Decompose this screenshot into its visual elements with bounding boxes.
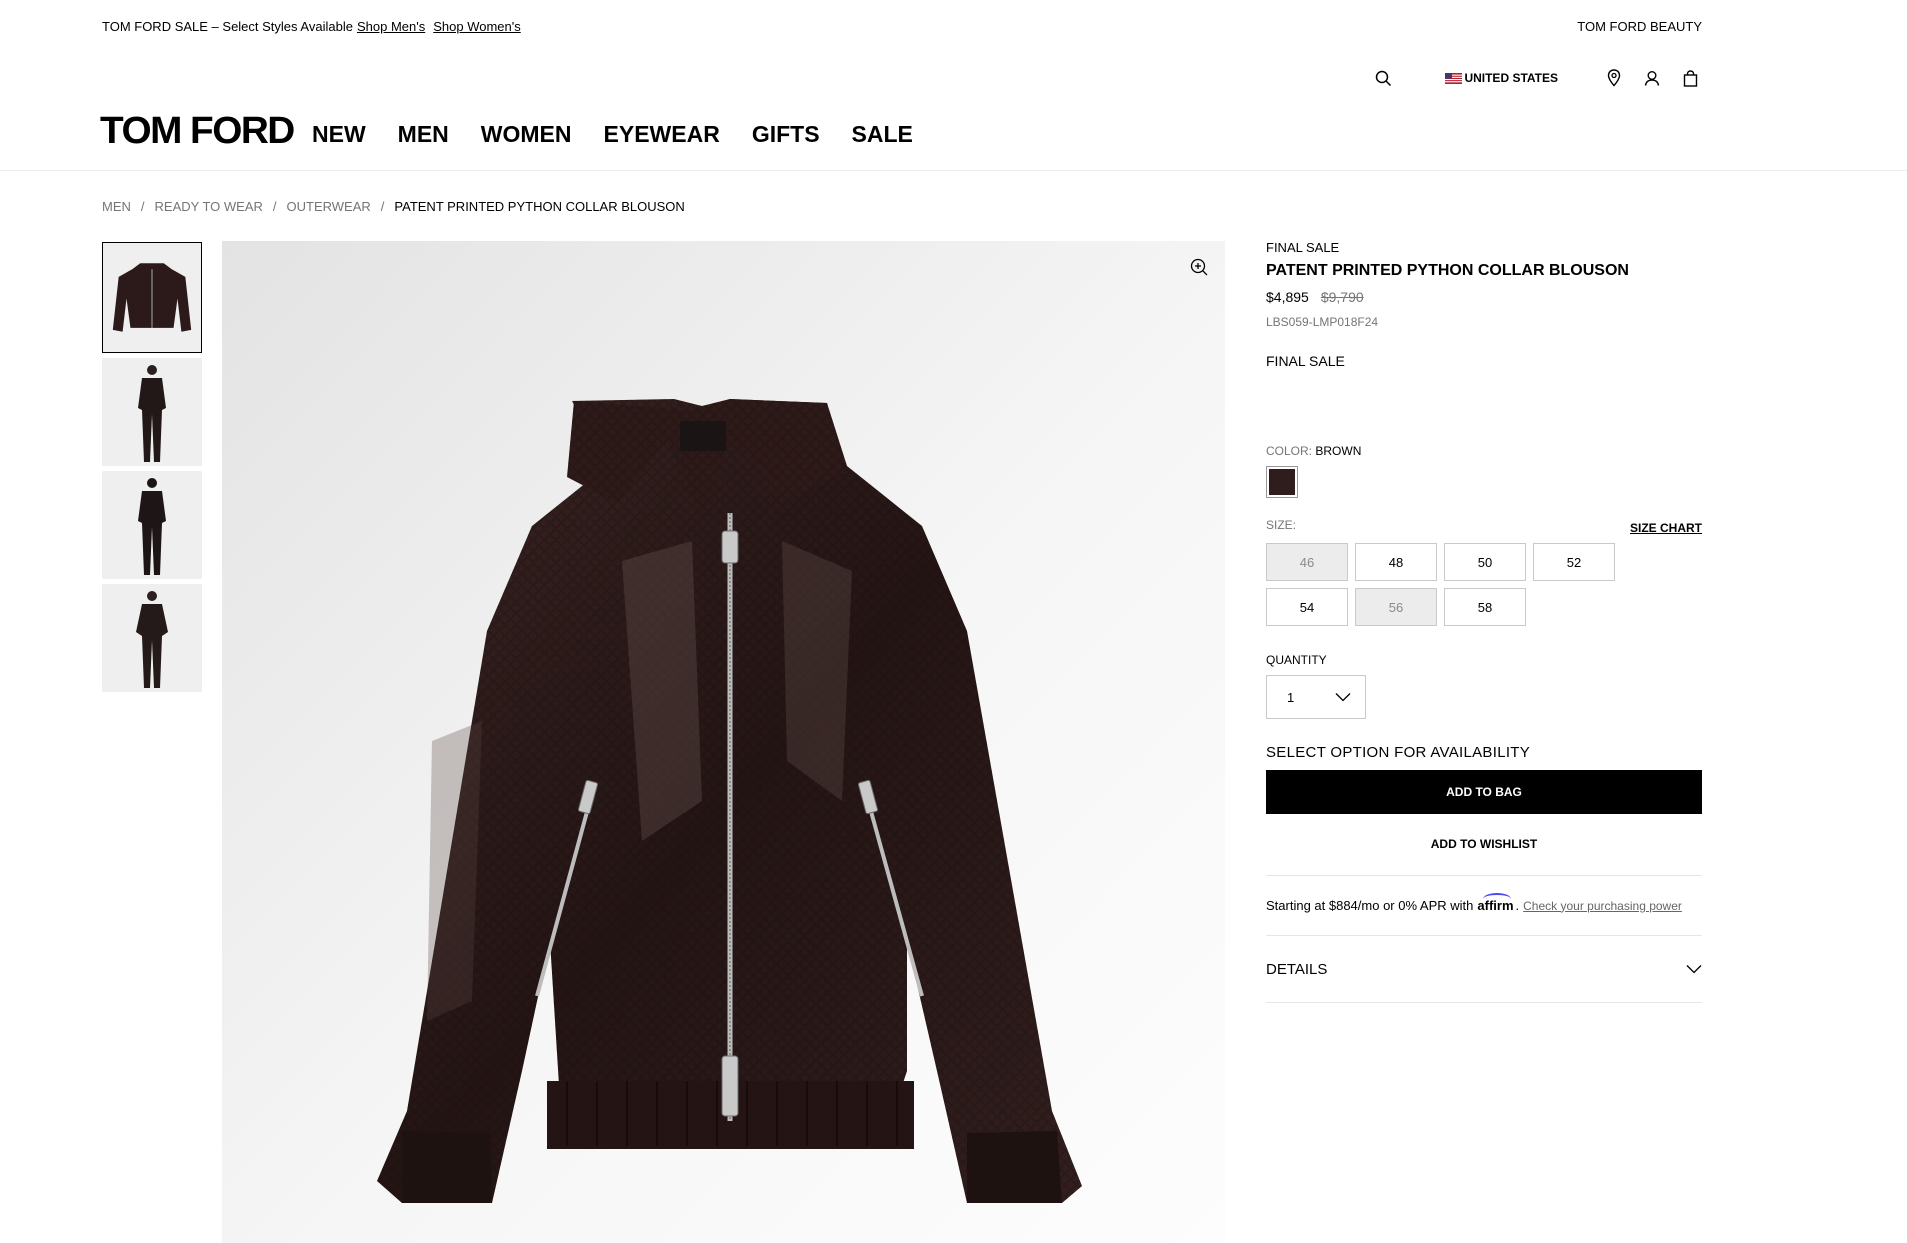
add-to-wishlist-button[interactable]: ADD TO WISHLIST [1266, 837, 1702, 851]
color-label-text: COLOR: [1266, 444, 1313, 458]
nav-women[interactable]: WOMEN [481, 121, 572, 148]
search-icon[interactable] [1371, 66, 1395, 90]
color-value: BROWN [1315, 444, 1362, 458]
account-icon[interactable] [1640, 66, 1664, 90]
quantity-select[interactable]: 1 [1266, 675, 1366, 719]
size-option-58[interactable]: 58 [1444, 588, 1526, 626]
shop-mens-link[interactable]: Shop Men's [357, 19, 425, 34]
size-label: SIZE: [1266, 518, 1297, 532]
nav-men[interactable]: MEN [398, 121, 449, 148]
thumbnail-model-back[interactable] [102, 471, 202, 579]
chevron-down-icon [1686, 961, 1702, 978]
price-row: $4,895 $9,790 [1266, 289, 1702, 305]
location-pin-icon[interactable] [1602, 66, 1626, 90]
details-label: DETAILS [1266, 960, 1328, 978]
product-details-panel: FINAL SALE PATENT PRINTED PYTHON COLLAR … [1266, 240, 1702, 1003]
size-option-54[interactable]: 54 [1266, 588, 1348, 626]
thumbnail-model-front[interactable] [102, 358, 202, 466]
nav-new[interactable]: NEW [312, 121, 366, 148]
tom-ford-beauty-link[interactable]: TOM FORD BEAUTY [1577, 19, 1702, 34]
add-to-bag-button[interactable]: ADD TO BAG [1266, 770, 1702, 814]
size-option-46[interactable]: 46 [1266, 543, 1348, 581]
jacket-illustration [377, 399, 1082, 1203]
sale-price: $4,895 [1266, 289, 1309, 305]
final-sale-note: FINAL SALE [1266, 353, 1345, 369]
affirm-check-link[interactable]: Check your purchasing power [1523, 899, 1682, 913]
thumbnail-jacket-front[interactable] [102, 242, 202, 353]
header-divider [0, 170, 1907, 171]
final-sale-tag: FINAL SALE [1266, 240, 1340, 255]
quantity-value: 1 [1287, 689, 1295, 705]
product-name: PATENT PRINTED PYTHON COLLAR BLOUSON [1266, 262, 1629, 279]
tom-ford-logo[interactable]: TOM FORD [100, 110, 295, 153]
affirm-text: Starting at $884/mo or 0% APR with [1266, 898, 1474, 913]
details-accordion[interactable]: DETAILS [1266, 935, 1702, 1003]
breadcrumb-outerwear[interactable]: OUTERWEAR [287, 199, 371, 214]
shop-womens-link[interactable]: Shop Women's [433, 19, 521, 34]
main-nav: NEW MEN WOMEN EYEWEAR GIFTS SALE [312, 121, 913, 148]
product-sku: LBS059-LMP018F24 [1266, 315, 1379, 329]
size-option-50[interactable]: 50 [1444, 543, 1526, 581]
country-label: UNITED STATES [1464, 71, 1558, 85]
thumbnail-model-front-open[interactable] [102, 584, 202, 692]
breadcrumb-ready-to-wear[interactable]: READY TO WEAR [155, 199, 263, 214]
affirm-financing: Starting at $884/mo or 0% APR with affir… [1266, 893, 1682, 913]
color-swatch-brown[interactable] [1266, 466, 1298, 498]
shopping-bag-icon[interactable] [1678, 66, 1702, 90]
nav-sale[interactable]: SALE [852, 121, 913, 148]
breadcrumb-separator: / [140, 199, 145, 214]
breadcrumb: MEN / READY TO WEAR / OUTERWEAR / PATENT… [102, 199, 685, 214]
size-option-48[interactable]: 48 [1355, 543, 1437, 581]
size-header: SIZE: SIZE CHART [1266, 518, 1702, 535]
promo-message: TOM FORD SALE – Select Styles Available [102, 18, 353, 34]
nav-gifts[interactable]: GIFTS [752, 121, 820, 148]
breadcrumb-current: PATENT PRINTED PYTHON COLLAR BLOUSON [394, 199, 685, 214]
original-price: $9,790 [1320, 289, 1364, 305]
zoom-in-icon[interactable] [1189, 257, 1209, 277]
main-product-image[interactable] [222, 241, 1225, 1243]
quantity-label: QUANTITY [1266, 653, 1327, 667]
size-chart-link[interactable]: SIZE CHART [1630, 521, 1702, 535]
promo-bar: TOM FORD SALE – Select Styles Available … [102, 16, 1702, 36]
thumbnail-list [102, 242, 202, 697]
breadcrumb-men[interactable]: MEN [102, 199, 131, 214]
chevron-down-icon [1335, 690, 1351, 705]
size-options: 46 48 50 52 54 56 58 [1266, 543, 1702, 626]
size-option-52[interactable]: 52 [1533, 543, 1615, 581]
breadcrumb-separator: / [272, 199, 277, 214]
affirm-logo: affirm [1477, 893, 1514, 913]
breadcrumb-separator: / [380, 199, 385, 214]
nav-eyewear[interactable]: EYEWEAR [604, 121, 720, 148]
utility-bar: UNITED STATES [1371, 66, 1702, 90]
availability-message: SELECT OPTION FOR AVAILABILITY [1266, 744, 1531, 761]
us-flag-icon [1445, 72, 1463, 84]
color-label: COLOR: BROWN [1266, 444, 1702, 458]
size-option-56[interactable]: 56 [1355, 588, 1437, 626]
country-selector[interactable]: UNITED STATES [1445, 71, 1558, 85]
